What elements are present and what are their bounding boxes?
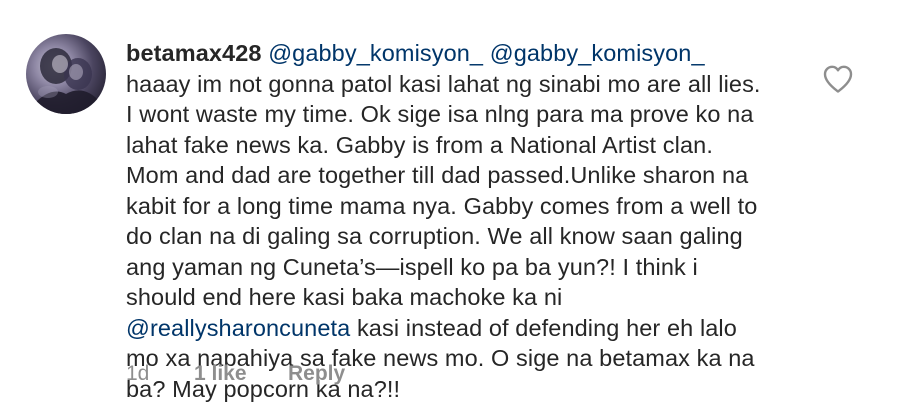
comment: betamax428 @gabby_komisyon_ @gabby_komis… (0, 0, 900, 405)
likes-count-button[interactable]: 1 like (194, 362, 288, 386)
comment-timestamp: 1d (126, 362, 150, 385)
avatar[interactable] (26, 34, 106, 114)
comment-meta: 1d 1 like Reply (126, 362, 345, 386)
avatar-image (34, 48, 100, 114)
comment-mention[interactable]: @reallysharoncuneta (126, 315, 350, 341)
comment-body: betamax428 @gabby_komisyon_ @gabby_komis… (126, 38, 766, 404)
reply-button[interactable]: Reply (288, 362, 345, 386)
comment-text: haaay im not gonna patol kasi lahat ng s… (126, 70, 761, 311)
comment-mention[interactable]: @gabby_komisyon_ (268, 40, 483, 66)
comment-mention[interactable]: @gabby_komisyon_ (490, 40, 705, 66)
comment-username[interactable]: betamax428 (126, 40, 262, 66)
heart-outline-icon[interactable] (822, 64, 854, 94)
